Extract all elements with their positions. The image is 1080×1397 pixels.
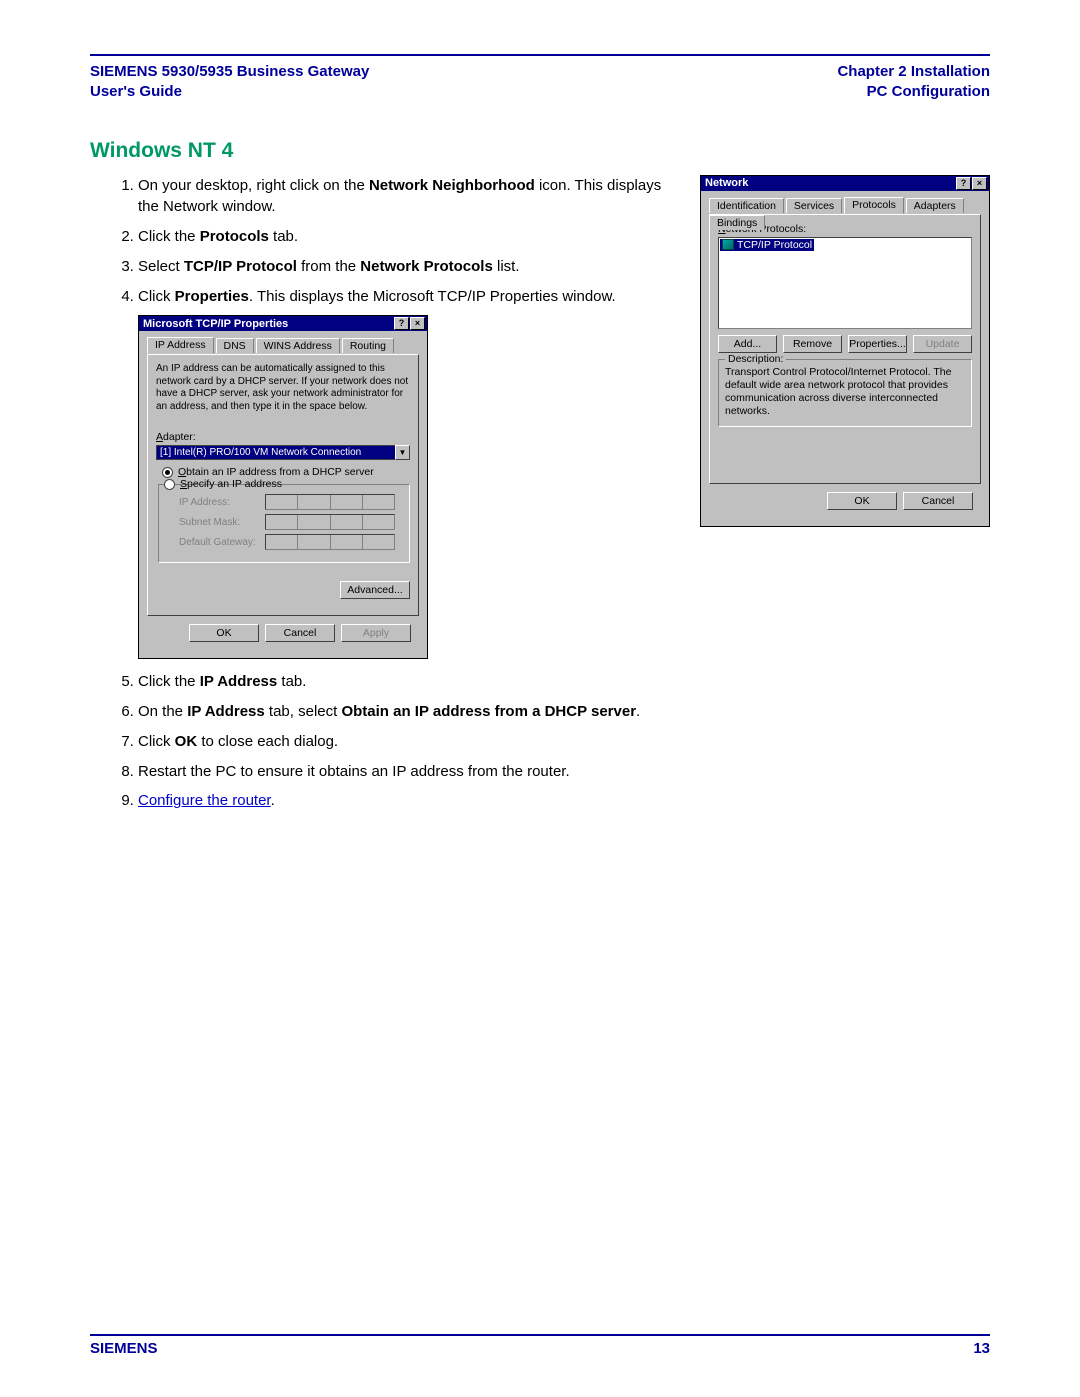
subnet-mask-label: Subnet Mask:: [179, 517, 259, 528]
radio-icon: [162, 467, 173, 478]
properties-button[interactable]: Properties...: [848, 335, 907, 353]
network-dialog: Network ? × Identification Services Prot…: [700, 175, 990, 528]
close-icon[interactable]: ×: [972, 177, 987, 190]
advanced-button[interactable]: Advanced...: [340, 581, 410, 599]
page-header: SIEMENS 5930/5935 Business Gateway User's…: [90, 62, 990, 103]
close-icon[interactable]: ×: [410, 317, 425, 330]
step-4: Click Properties. This displays the Micr…: [138, 286, 672, 308]
ip-address-input: [265, 494, 395, 510]
step-6: On the IP Address tab, select Obtain an …: [138, 701, 672, 723]
tab-identification[interactable]: Identification: [709, 198, 784, 213]
step-8: Restart the PC to ensure it obtains an I…: [138, 761, 672, 783]
update-button[interactable]: Update: [913, 335, 972, 353]
tab-services[interactable]: Services: [786, 198, 842, 213]
cancel-button[interactable]: Cancel: [265, 624, 335, 642]
tab-bindings[interactable]: Bindings: [709, 215, 765, 230]
step-9: Configure the router.: [138, 790, 672, 812]
description-text: Transport Control Protocol/Internet Prot…: [725, 366, 965, 419]
list-item[interactable]: TCP/IP Protocol: [720, 239, 814, 251]
section-heading: Windows NT 4: [90, 139, 990, 163]
radio-obtain-dhcp[interactable]: Obtain an IP address from a DHCP server: [162, 466, 410, 478]
network-title: Network: [705, 177, 748, 189]
header-right-1: Chapter 2 Installation: [837, 63, 990, 80]
ip-address-label: IP Address:: [179, 497, 259, 508]
step-3: Select TCP/IP Protocol from the Network …: [138, 256, 672, 278]
tab-ip-address[interactable]: IP Address: [147, 337, 214, 354]
header-left-1: SIEMENS 5930/5935 Business Gateway: [90, 63, 369, 80]
tab-wins[interactable]: WINS Address: [256, 338, 340, 353]
radio-specify-ip[interactable]: Specify an IP address: [164, 478, 403, 490]
tcpip-title: Microsoft TCP/IP Properties: [143, 318, 288, 330]
protocols-listbox[interactable]: TCP/IP Protocol: [718, 237, 972, 329]
page-number: 13: [973, 1340, 990, 1357]
step-7: Click OK to close each dialog.: [138, 731, 672, 753]
tcpip-info-text: An IP address can be automatically assig…: [156, 363, 410, 413]
adapter-value: [1] Intel(R) PRO/100 VM Network Connecti…: [156, 445, 395, 460]
help-icon[interactable]: ?: [394, 317, 409, 330]
tab-dns[interactable]: DNS: [216, 338, 254, 353]
tab-protocols[interactable]: Protocols: [844, 197, 904, 214]
default-gateway-input: [265, 534, 395, 550]
tcpip-properties-dialog: Microsoft TCP/IP Properties ? × IP Addre…: [138, 315, 428, 659]
step-1: On your desktop, right click on the Netw…: [138, 175, 672, 219]
apply-button[interactable]: Apply: [341, 624, 411, 642]
tab-routing[interactable]: Routing: [342, 338, 394, 353]
footer-brand: SIEMENS: [90, 1340, 158, 1357]
chevron-down-icon[interactable]: ▼: [395, 445, 410, 460]
adapter-label: Adapter:: [156, 431, 410, 443]
add-button[interactable]: Add...: [718, 335, 777, 353]
remove-button[interactable]: Remove: [783, 335, 842, 353]
ok-button[interactable]: OK: [827, 492, 897, 510]
description-label: Description:: [725, 353, 786, 365]
step-2: Click the Protocols tab.: [138, 226, 672, 248]
protocol-icon: [722, 239, 734, 250]
header-right-2: PC Configuration: [867, 83, 990, 100]
default-gateway-label: Default Gateway:: [179, 537, 259, 548]
step-5: Click the IP Address tab.: [138, 671, 672, 693]
configure-router-link[interactable]: Configure the router: [138, 792, 271, 809]
help-icon[interactable]: ?: [956, 177, 971, 190]
radio-icon: [164, 479, 175, 490]
tab-adapters[interactable]: Adapters: [906, 198, 964, 213]
cancel-button[interactable]: Cancel: [903, 492, 973, 510]
header-left-2: User's Guide: [90, 83, 182, 100]
subnet-mask-input: [265, 514, 395, 530]
ok-button[interactable]: OK: [189, 624, 259, 642]
adapter-combobox[interactable]: [1] Intel(R) PRO/100 VM Network Connecti…: [156, 445, 410, 460]
